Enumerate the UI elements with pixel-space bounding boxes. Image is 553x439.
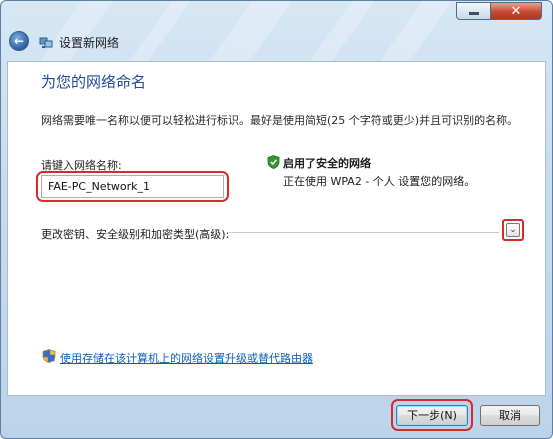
cancel-button[interactable]: 取消: [480, 405, 540, 426]
close-button[interactable]: ✕: [490, 2, 542, 20]
aero-streak: [309, 1, 375, 61]
page-description: 网络需要唯一名称以便可以轻松进行标识。最好是使用简短(25 个字符或更少)并且可…: [41, 114, 519, 127]
aero-streak: [39, 1, 113, 61]
upgrade-router-link[interactable]: 使用存储在该计算机上的网络设置升级或替代路由器: [60, 350, 313, 366]
back-button[interactable]: ←: [9, 31, 29, 51]
wizard-content: 为您的网络命名 网络需要唯一名称以便可以轻松进行标识。最好是使用简短(25 个字…: [7, 61, 546, 396]
aero-streak: [209, 1, 293, 61]
wizard-window: ✕ ← 设置新网络 为您的网络命名 网络需要唯一名称以便可以轻松进行标识。最好是…: [0, 0, 553, 439]
uac-shield-icon: [42, 349, 56, 363]
close-icon: ✕: [510, 4, 522, 19]
network-icon: [39, 37, 53, 48]
minimize-button[interactable]: [456, 2, 491, 20]
aero-streak: [129, 1, 191, 61]
back-arrow-icon: ←: [13, 34, 25, 48]
page-title: 为您的网络命名: [41, 73, 147, 91]
input-highlight-annotation: [36, 171, 229, 202]
minimize-icon: [469, 12, 479, 15]
security-status-title: 启用了安全的网络: [283, 157, 371, 170]
expand-highlight-annotation: [502, 219, 524, 241]
window-title: 设置新网络: [59, 36, 120, 50]
next-highlight-annotation: [391, 399, 473, 431]
shield-check-icon: [267, 155, 280, 169]
title-bar: ✕ ← 设置新网络: [1, 1, 552, 61]
security-status-description: 正在使用 WPA2 - 个人 设置您的网络。: [283, 175, 476, 188]
aero-streak: [379, 1, 453, 61]
advanced-settings-label: 更改密钥、安全级别和加密类型(高级):: [41, 228, 230, 241]
advanced-divider: [229, 232, 499, 233]
